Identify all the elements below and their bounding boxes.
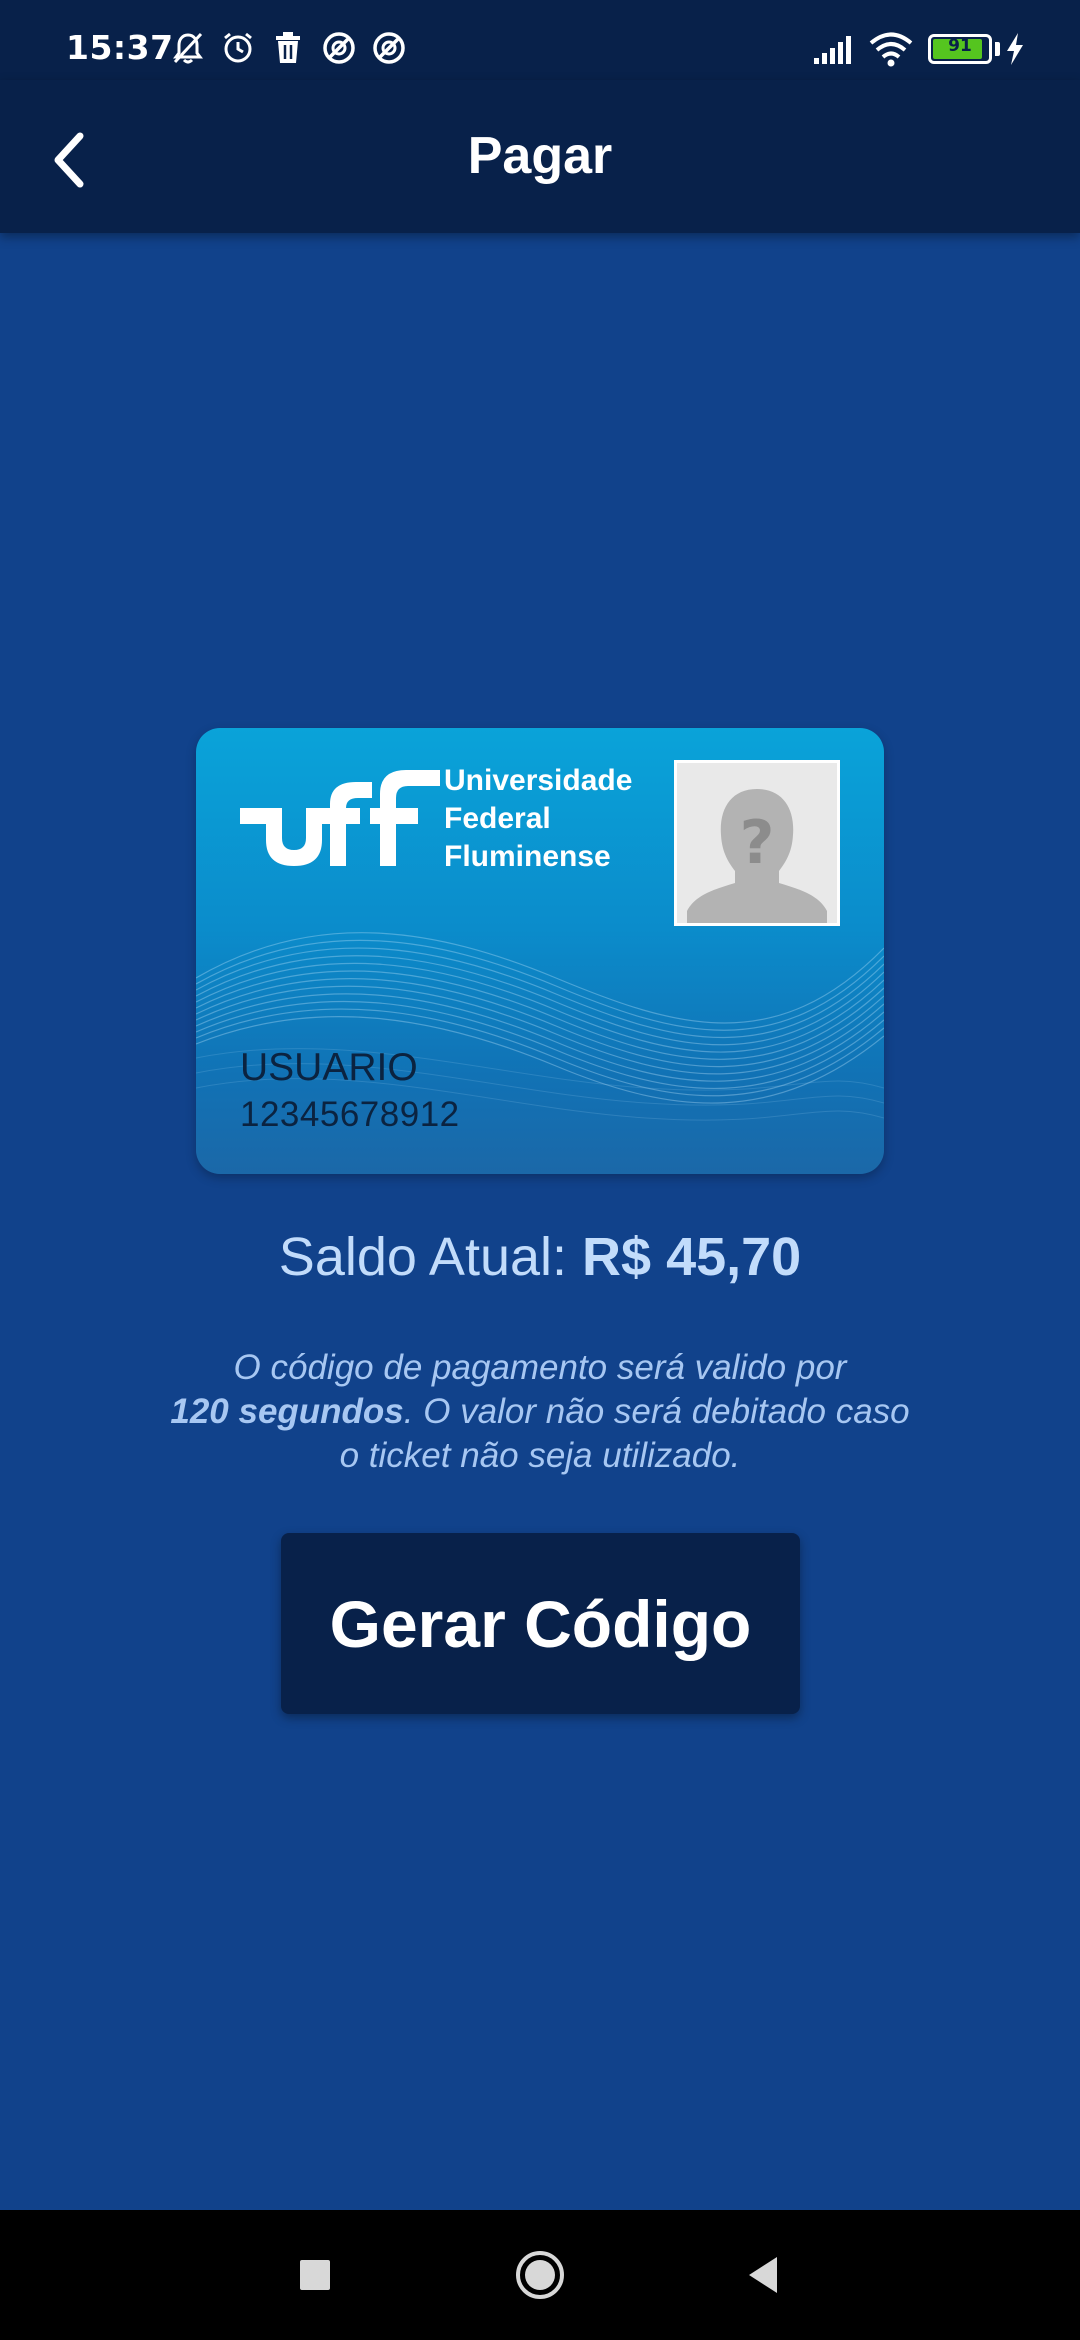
navigation-bar [0, 2210, 1080, 2340]
charging-bolt-icon [1004, 32, 1026, 66]
status-bar: 15:37 91 [0, 0, 1080, 80]
university-name-line1: Universidade [444, 764, 633, 797]
nav-recent-button[interactable] [280, 2210, 350, 2340]
nav-home-button[interactable] [505, 2210, 575, 2340]
info-validity-duration: 120 segundos [170, 1392, 404, 1431]
square-icon [300, 2260, 330, 2290]
info-part2: . O valor não será debitado caso o ticke… [339, 1392, 910, 1475]
muted-bell-icon [170, 30, 206, 66]
status-time: 15:37 [66, 28, 174, 67]
balance-value: R$ 45,70 [582, 1227, 802, 1287]
triangle-back-icon [749, 2257, 777, 2293]
signal-icon [812, 34, 856, 66]
battery-tip [995, 42, 1000, 56]
battery-icon: 91 [928, 34, 992, 64]
balance: Saldo Atual: R$ 45,70 [0, 1226, 1080, 1288]
info-part1: O código de pagamento será valido por [233, 1348, 847, 1387]
svg-text:?: ? [740, 808, 775, 878]
battery-level: 91 [948, 36, 972, 56]
payment-info-text: O código de pagamento será valido por 12… [170, 1346, 910, 1478]
university-name: Universidade Federal Fluminense [444, 762, 632, 876]
trash-icon [272, 30, 304, 66]
university-name-line3: Fluminense [444, 840, 611, 873]
photo-placeholder: ? [674, 760, 840, 926]
card-user-name: USUARIO [240, 1046, 418, 1089]
alarm-icon [220, 30, 256, 66]
screen: 15:37 91 Pagar Universidade Federal Flum… [0, 0, 1080, 2340]
university-name-line2: Federal [444, 802, 551, 835]
student-id-card: Universidade Federal Fluminense ? USUARI… [196, 728, 884, 1174]
uff-logo-icon [240, 770, 440, 866]
page-title: Pagar [467, 127, 613, 185]
nav-back-button[interactable] [728, 2210, 798, 2340]
unknown-person-icon: ? [687, 789, 827, 923]
app-bar: Pagar [0, 80, 1080, 233]
blocked-circle-icon [321, 30, 357, 66]
balance-label: Saldo Atual: [278, 1227, 583, 1287]
circle-icon [516, 2251, 564, 2299]
card-user-number: 12345678912 [240, 1095, 460, 1134]
generate-code-button[interactable]: Gerar Código [281, 1533, 800, 1714]
blocked-circle-icon [371, 30, 407, 66]
wifi-icon [868, 30, 914, 68]
